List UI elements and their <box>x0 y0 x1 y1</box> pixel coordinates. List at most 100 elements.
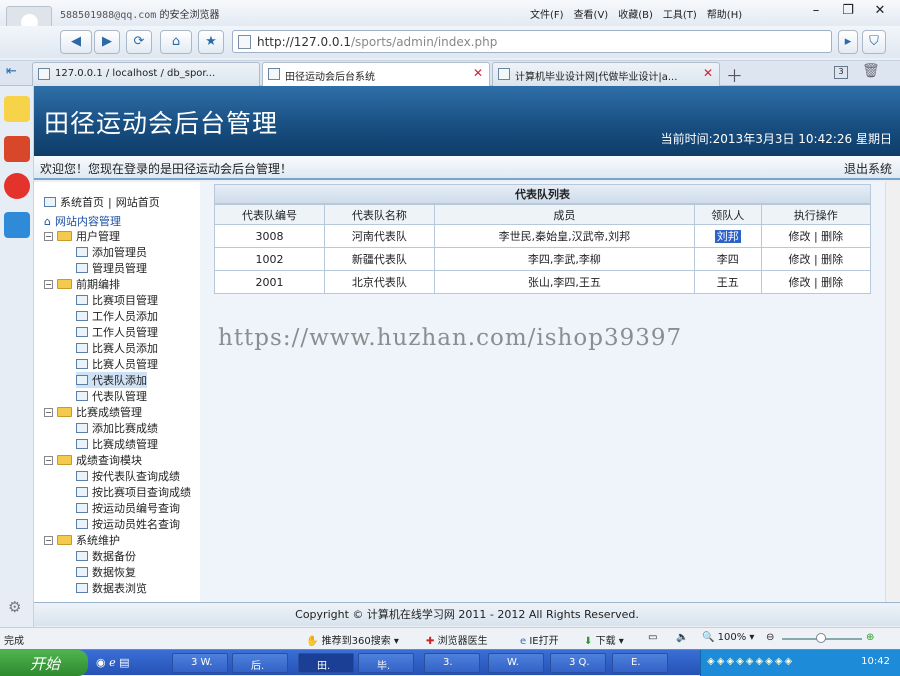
news-icon[interactable] <box>4 136 30 162</box>
delete-link[interactable]: 删除 <box>821 276 843 289</box>
taskbar-item[interactable]: 3 Q. <box>550 653 606 673</box>
tab-count-badge[interactable]: 3 <box>834 66 848 79</box>
tab-close-icon[interactable]: ✕ <box>473 66 483 80</box>
tree-item-event-manage[interactable]: 比赛项目管理 <box>76 292 158 308</box>
zoom-in-icon[interactable]: ⊕ <box>866 632 874 643</box>
mobile-sync-icon[interactable] <box>4 212 30 238</box>
tree-group-user[interactable]: − 用户管理 <box>44 228 120 244</box>
ie-open-button[interactable]: e IE打开 <box>520 632 559 647</box>
search-recommend-button[interactable]: ✋ 推荐到360搜索 ▾ <box>306 632 399 647</box>
row-actions: 修改 | 删除 <box>760 270 872 294</box>
tree-root[interactable]: ⌂ 网站内容管理 <box>44 213 121 229</box>
home-button[interactable]: ⌂ <box>160 30 192 54</box>
page-icon <box>76 359 88 369</box>
tree-item-athlete-add[interactable]: 比赛人员添加 <box>76 340 158 356</box>
taskbar-item-active[interactable]: 田. <box>298 653 354 673</box>
weibo-icon[interactable] <box>4 173 30 199</box>
favorites-star-icon[interactable] <box>4 96 30 122</box>
taskbar-item[interactable]: W. <box>488 653 544 673</box>
edit-link[interactable]: 修改 <box>788 276 810 289</box>
security-shield-button[interactable]: ⛉ <box>862 30 886 54</box>
page-icon <box>76 519 88 529</box>
edit-link[interactable]: 修改 <box>788 253 810 266</box>
page-banner: 田径运动会后台管理 当前时间:2013年3月3日 10:42:26 星期日 <box>34 86 900 156</box>
sidebar-toggle-icon[interactable]: ⇤ <box>6 64 17 79</box>
tab-sports-admin[interactable]: 田径运动会后台系统 ✕ <box>262 62 490 86</box>
tree-item-staff-add[interactable]: 工作人员添加 <box>76 308 158 324</box>
magnifier-icon: 🔍 <box>702 632 715 643</box>
tree-item-query-by-number[interactable]: 按运动员编号查询 <box>76 500 180 516</box>
edit-link[interactable]: 修改 <box>788 230 810 243</box>
tree-item-query-by-team[interactable]: 按代表队查询成绩 <box>76 468 180 484</box>
go-button[interactable]: ▸ <box>838 30 858 54</box>
taskbar-item[interactable]: 3. <box>424 653 480 673</box>
tab-label: 田径运动会后台系统 <box>285 72 375 83</box>
taskbar-item[interactable]: E. <box>612 653 668 673</box>
zoom-out-icon[interactable]: ⊖ <box>766 632 774 643</box>
tree-item-restore[interactable]: 数据恢复 <box>76 564 136 580</box>
site-home-link[interactable]: 网站首页 <box>116 194 160 210</box>
start-button[interactable]: 开始 <box>0 650 88 676</box>
trash-icon[interactable]: 🗑 <box>862 63 880 79</box>
menu-view[interactable]: 查看(V) <box>574 6 609 21</box>
taskbar-item[interactable]: 毕. <box>358 653 414 673</box>
tree-item-admin-manage[interactable]: 管理员管理 <box>76 260 147 276</box>
logout-link[interactable]: 退出系统 <box>844 160 892 177</box>
system-home-link[interactable]: 系统首页 <box>60 194 104 210</box>
tree-item-query-by-event[interactable]: 按比赛项目查询成绩 <box>76 484 191 500</box>
tab-phpmyadmin[interactable]: 127.0.0.1 / localhost / db_spor... <box>32 62 260 86</box>
delete-link[interactable]: 删除 <box>821 230 843 243</box>
tree-group-query[interactable]: − 成绩查询模块 <box>44 452 142 468</box>
zoom-slider-handle[interactable] <box>816 633 826 643</box>
refresh-button[interactable]: ⟳ <box>126 30 152 54</box>
favorite-button[interactable]: ★ <box>198 30 224 54</box>
tree-item-add-admin[interactable]: 添加管理员 <box>76 244 147 260</box>
screen-icon[interactable]: ▭ <box>648 632 657 643</box>
shield-icon: ⛉ <box>869 34 879 49</box>
tree-item-table-browse[interactable]: 数据表浏览 <box>76 580 147 596</box>
menu-bar: 文件(F) 查看(V) 收藏(B) 工具(T) 帮助(H) <box>530 6 742 21</box>
taskbar-item[interactable]: 3 W. <box>172 653 228 673</box>
new-tab-icon[interactable]: ＋ <box>726 62 743 87</box>
tree-group-schedule[interactable]: − 前期编排 <box>44 276 120 292</box>
address-bar[interactable]: http://127.0.0.1/sports/admin/index.php <box>232 30 832 53</box>
clock[interactable]: 10:42 <box>861 656 890 667</box>
tree-group-results[interactable]: − 比赛成绩管理 <box>44 404 142 420</box>
table-caption: 代表队列表 <box>214 184 871 204</box>
page-icon <box>76 391 88 401</box>
menu-help[interactable]: 帮助(H) <box>707 6 742 21</box>
column-header: 代表队编号 <box>214 204 325 225</box>
vertical-scrollbar[interactable] <box>885 182 900 602</box>
close-icon[interactable]: ✕ <box>864 2 896 22</box>
tree-item-add-result[interactable]: 添加比赛成绩 <box>76 420 158 436</box>
menu-tools[interactable]: 工具(T) <box>663 6 697 21</box>
doctor-icon: ✚ <box>426 636 435 647</box>
tree-item-staff-manage[interactable]: 工作人员管理 <box>76 324 158 340</box>
speaker-icon[interactable]: 🔈 <box>676 632 688 643</box>
taskbar-item[interactable]: 后. <box>232 653 288 673</box>
tree-item-backup[interactable]: 数据备份 <box>76 548 136 564</box>
menu-favorites[interactable]: 收藏(B) <box>618 6 653 21</box>
delete-link[interactable]: 删除 <box>821 253 843 266</box>
tree-item-athlete-manage[interactable]: 比赛人员管理 <box>76 356 158 372</box>
tab-close-icon[interactable]: ✕ <box>703 66 713 80</box>
tree-item-team-add[interactable]: 代表队添加 <box>76 372 147 388</box>
tree-item-query-by-name[interactable]: 按运动员姓名查询 <box>76 516 180 532</box>
back-arrow-icon: ◀ <box>71 34 81 49</box>
forward-button[interactable]: ▶ <box>94 30 120 54</box>
minimize-icon[interactable]: – <box>800 2 832 22</box>
menu-file[interactable]: 文件(F) <box>530 6 564 21</box>
browser-doctor-button[interactable]: ✚ 浏览器医生 <box>426 632 488 647</box>
tab-graduation-site[interactable]: 计算机毕业设计网|代做毕业设计|a... ✕ <box>492 62 720 86</box>
back-button[interactable]: ◀ <box>60 30 92 54</box>
zoom-control[interactable]: 🔍 100% ▾ <box>702 632 754 643</box>
tree-item-team-manage[interactable]: 代表队管理 <box>76 388 147 404</box>
tray-icons[interactable]: ◈◈◈◈◈◈◈◈◈ <box>707 656 794 667</box>
settings-gear-icon[interactable]: ⚙ <box>8 598 21 616</box>
refresh-icon: ⟳ <box>133 34 145 49</box>
download-button[interactable]: ⬇ 下载 ▾ <box>584 632 624 647</box>
quicklaunch-icons[interactable]: ◉ ℯ ▤ <box>96 656 130 669</box>
maximize-icon[interactable]: ❐ <box>832 2 864 22</box>
tree-item-result-manage[interactable]: 比赛成绩管理 <box>76 436 158 452</box>
tree-group-maintenance[interactable]: − 系统维护 <box>44 532 120 548</box>
